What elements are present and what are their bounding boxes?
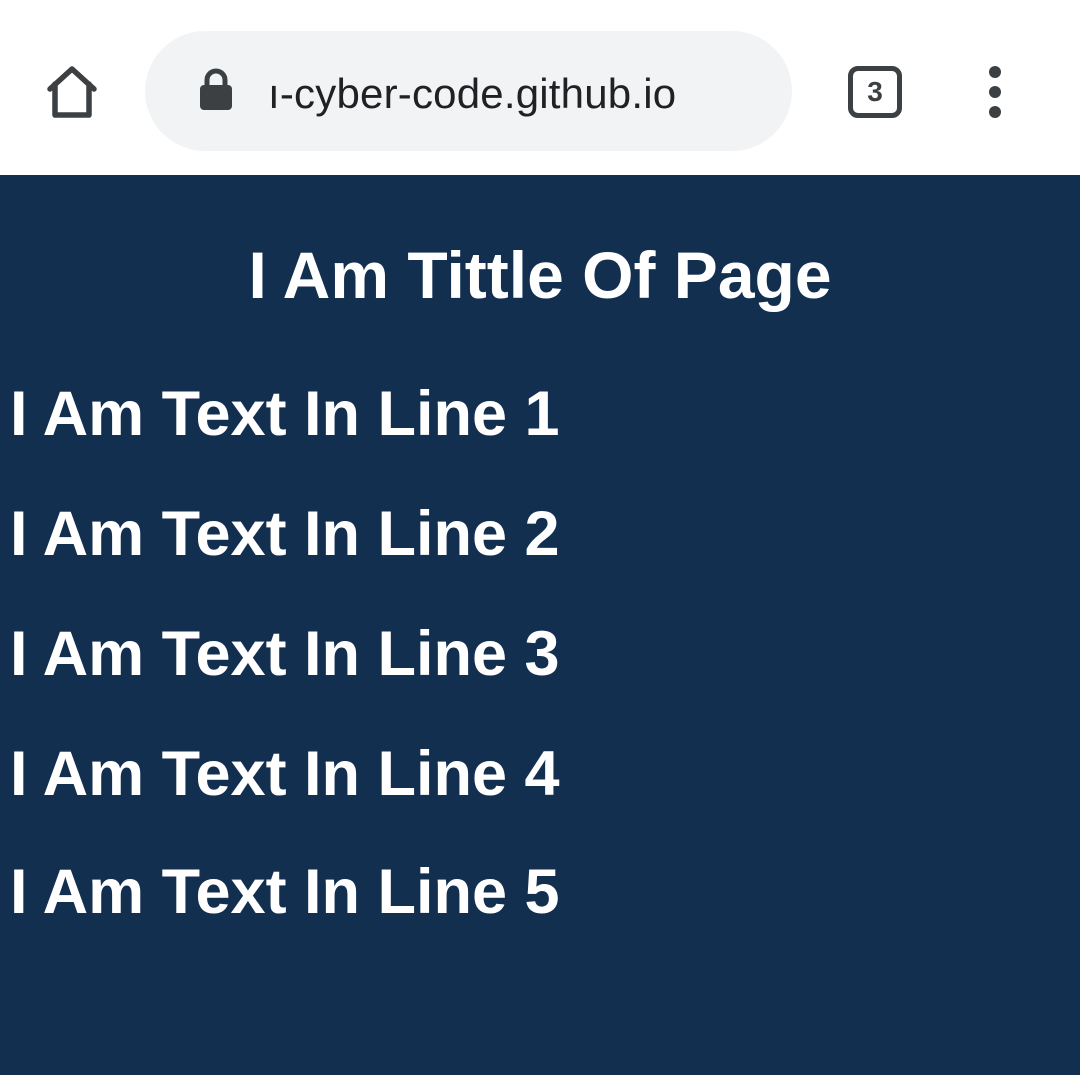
tab-count: 3 (867, 76, 883, 107)
text-line-1: I Am Text In Line 1 (10, 379, 560, 449)
text-line-4: I Am Text In Line 4 (10, 739, 560, 809)
lock-icon (200, 68, 232, 110)
home-button[interactable] (40, 60, 104, 124)
more-vert-icon[interactable] (975, 62, 1015, 122)
url-text[interactable]: ı-cyber-code.github.io (268, 62, 768, 126)
page-content: I Am Tittle Of Page I Am Text In Line 1 … (0, 175, 1080, 1075)
browser-toolbar: ı-cyber-code.github.io 3 (0, 0, 1080, 175)
text-line-2: I Am Text In Line 2 (10, 499, 560, 569)
page-title: I Am Tittle Of Page (248, 238, 832, 312)
tab-switcher-button[interactable]: 3 (848, 66, 902, 118)
text-line-5: I Am Text In Line 5 (10, 857, 560, 927)
home-icon (47, 66, 97, 118)
text-line-3: I Am Text In Line 3 (10, 619, 560, 689)
